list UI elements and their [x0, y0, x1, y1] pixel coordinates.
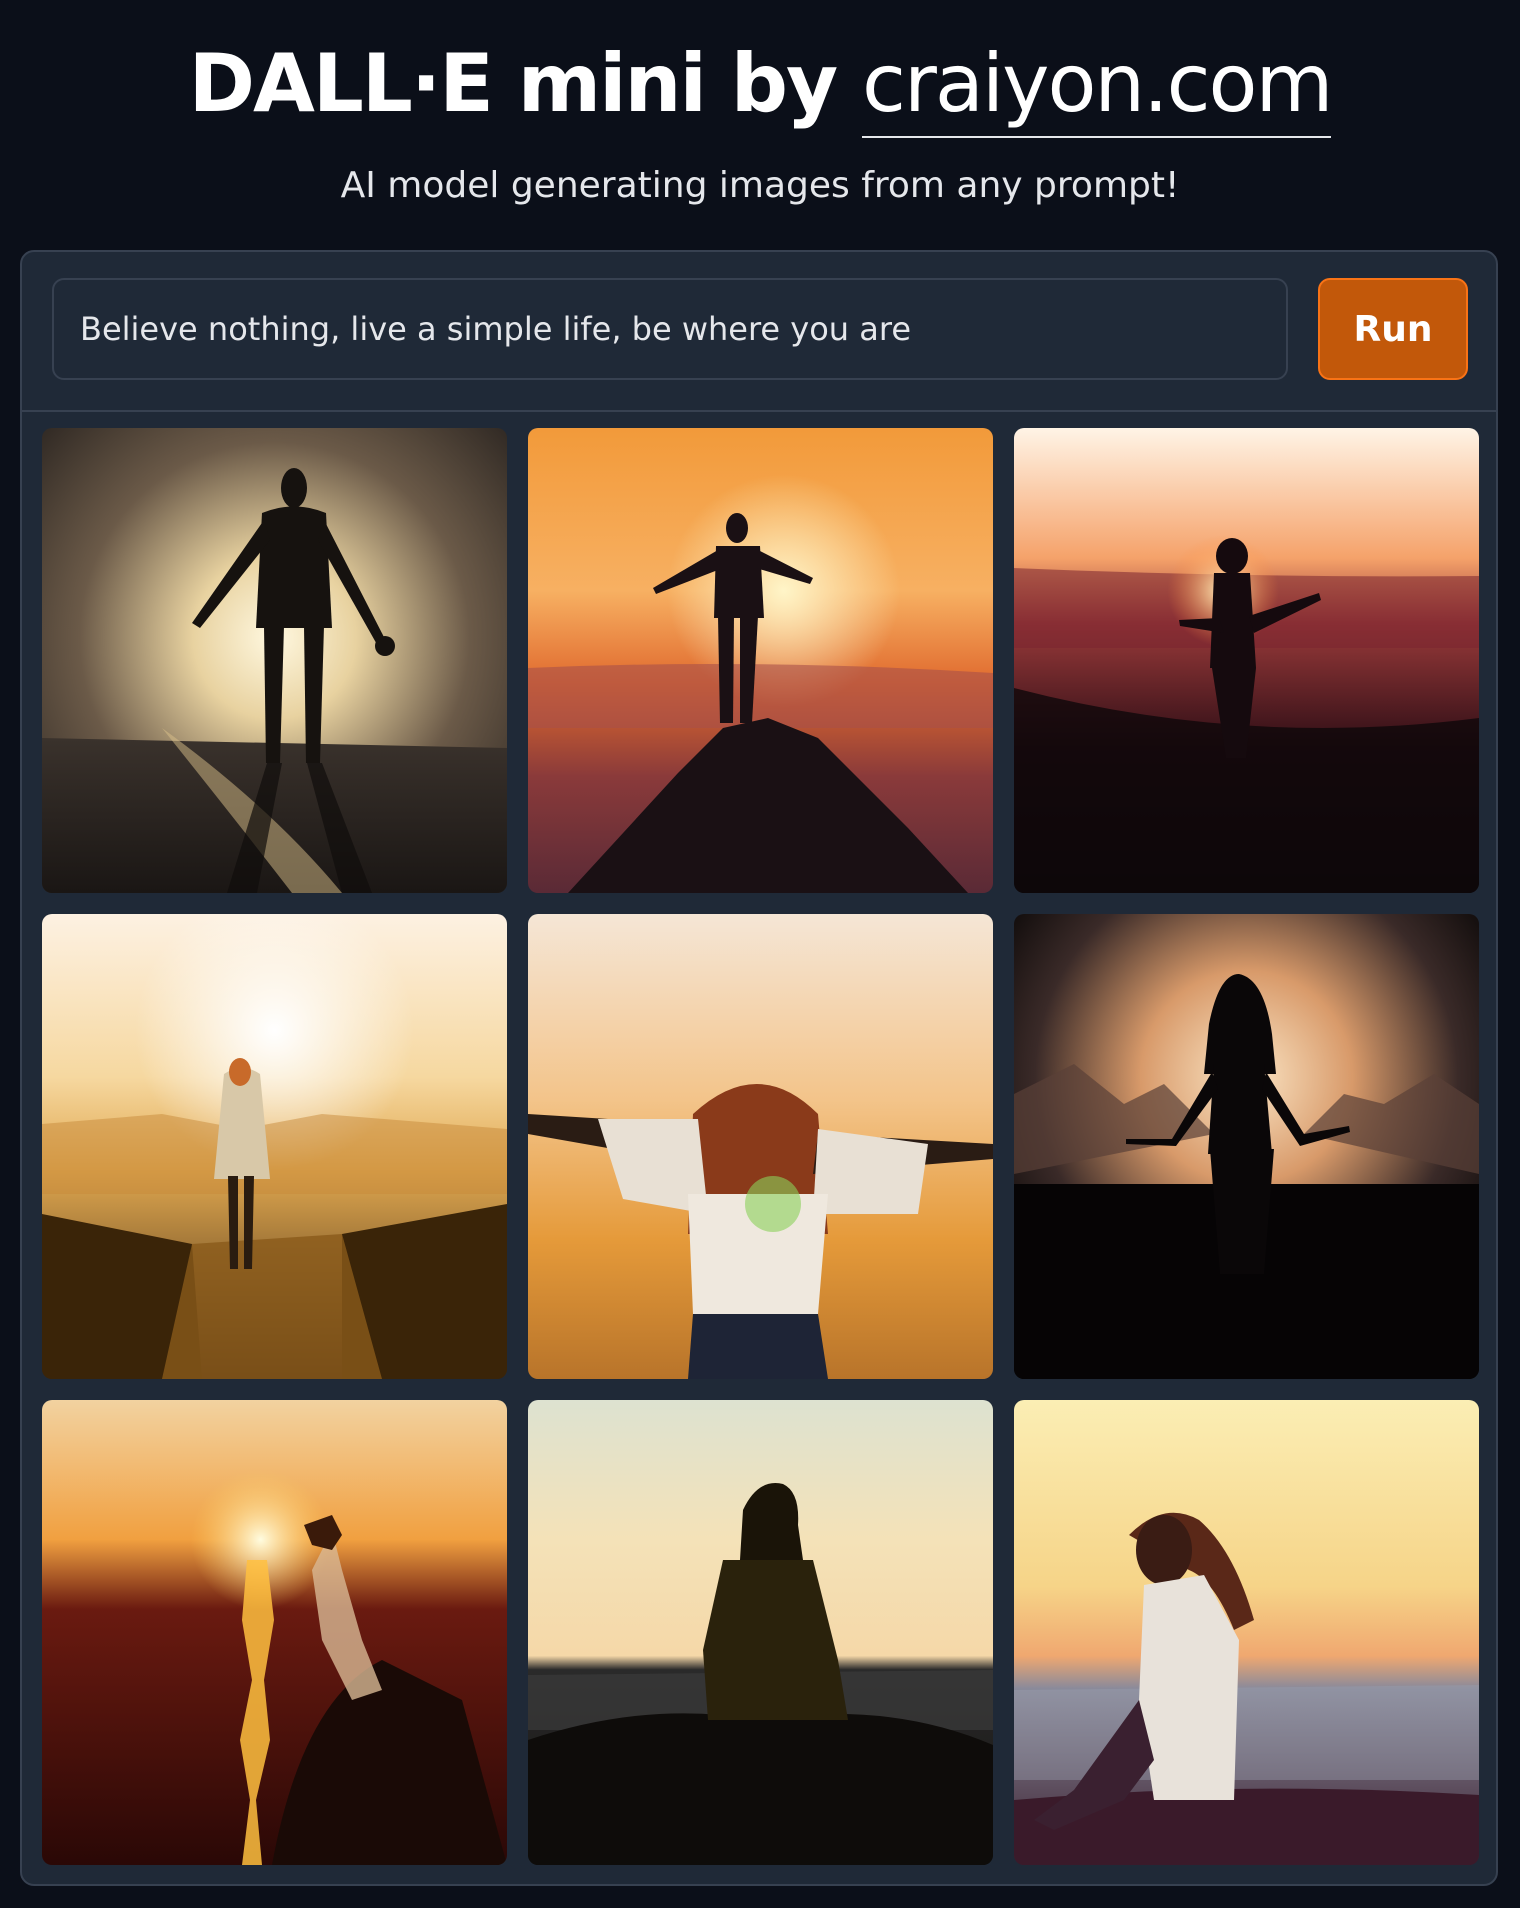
image-8-art — [528, 1400, 993, 1865]
gallery-image-7[interactable] — [42, 1400, 507, 1865]
image-1-art — [42, 428, 507, 893]
image-5-art — [528, 914, 993, 1379]
gallery-image-1[interactable] — [42, 428, 507, 893]
gallery-image-4[interactable] — [42, 914, 507, 1379]
image-gallery — [42, 428, 1479, 1868]
gallery-image-5[interactable] — [528, 914, 993, 1379]
gallery-image-9[interactable] — [1014, 1400, 1479, 1865]
header: DALL·E mini by craiyon.com AI model gene… — [0, 0, 1520, 240]
gallery-image-3[interactable] — [1014, 428, 1479, 893]
craiyon-link[interactable]: craiyon.com — [862, 37, 1333, 138]
title-prefix: DALL·E mini by — [188, 37, 863, 130]
page-subtitle: AI model generating images from any prom… — [340, 165, 1180, 206]
image-3-art — [1014, 428, 1479, 893]
image-4-art — [42, 914, 507, 1379]
run-button[interactable]: Run — [1318, 278, 1468, 380]
image-7-art — [42, 1400, 507, 1865]
gallery-image-8[interactable] — [528, 1400, 993, 1865]
page: DALL·E mini by craiyon.com AI model gene… — [0, 0, 1520, 1908]
prompt-input[interactable] — [52, 278, 1288, 380]
gallery-image-2[interactable] — [528, 428, 993, 893]
image-6-art — [1014, 914, 1479, 1379]
image-9-art — [1014, 1400, 1479, 1865]
page-title: DALL·E mini by craiyon.com — [0, 34, 1520, 138]
prompt-row: Run — [22, 252, 1496, 412]
image-2-art — [528, 428, 993, 893]
generator-panel: Run — [20, 250, 1498, 1886]
gallery-image-6[interactable] — [1014, 914, 1479, 1379]
